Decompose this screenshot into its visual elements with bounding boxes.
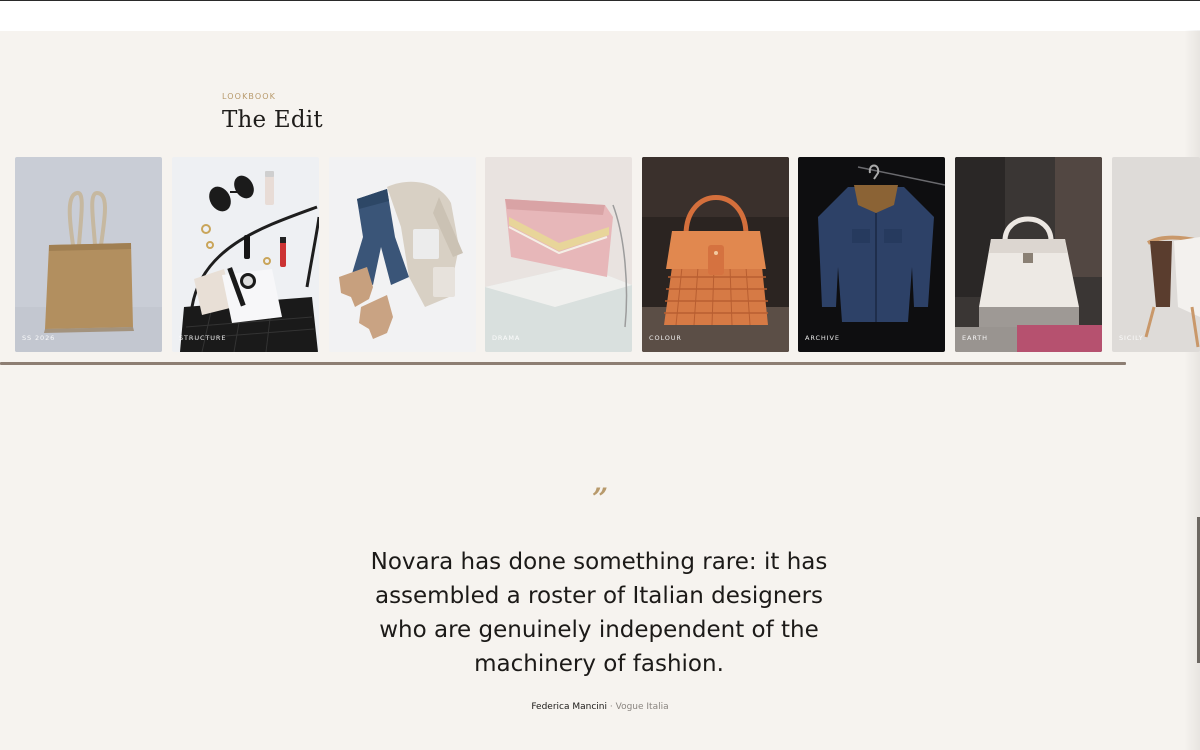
- denim-jacket-image: [798, 157, 945, 352]
- lookbook-card-colour[interactable]: COLOUR: [642, 157, 789, 352]
- tote-bag-image: [15, 157, 162, 352]
- testimonial-citation: Federica Mancini · Vogue Italia: [0, 702, 1200, 712]
- pink-bag-image: [485, 157, 632, 352]
- lookbook-card-sicily[interactable]: SICILY: [1112, 157, 1200, 352]
- card-label: ARCHIVE: [805, 334, 840, 342]
- testimonial-quote: Novara has done something rare: it has a…: [370, 549, 828, 677]
- flatlay-accessories-image: [172, 157, 319, 352]
- lookbook-card-drama[interactable]: DRAMA: [485, 157, 632, 352]
- card-label: EARTH: [962, 334, 988, 342]
- quote-publication: Vogue Italia: [615, 702, 669, 712]
- lookbook-card-archive[interactable]: ARCHIVE: [798, 157, 945, 352]
- lookbook-card-denim[interactable]: [329, 157, 476, 352]
- flatlay-jeans-image: [329, 157, 476, 352]
- card-label: SS 2026: [22, 334, 56, 342]
- citation-separator: ·: [609, 702, 613, 712]
- lookbook-card-earth[interactable]: EARTH: [955, 157, 1102, 352]
- card-label: DRAMA: [492, 334, 521, 342]
- card-label: STRUCTURE: [179, 334, 227, 342]
- white-handbag-image: [955, 157, 1102, 352]
- clothes-chair-image: [1112, 157, 1200, 352]
- lookbook-carousel[interactable]: SS 2026 STRUCTURE DRAMA COLOUR ARCHIVE E…: [0, 157, 1200, 353]
- section-eyebrow: LOOKBOOK: [222, 92, 276, 101]
- lookbook-card-structure[interactable]: STRUCTURE: [172, 157, 319, 352]
- lookbook-card-ss2026[interactable]: SS 2026: [15, 157, 162, 352]
- carousel-scroll-track[interactable]: [0, 362, 1126, 365]
- top-header-bar: [0, 0, 1200, 31]
- quote-mark-icon: ”: [591, 482, 609, 515]
- card-label: COLOUR: [649, 334, 682, 342]
- section-title: The Edit: [222, 107, 323, 133]
- quote-author: Federica Mancini: [531, 702, 607, 712]
- card-label: SICILY: [1119, 334, 1144, 342]
- orange-handbag-image: [642, 157, 789, 352]
